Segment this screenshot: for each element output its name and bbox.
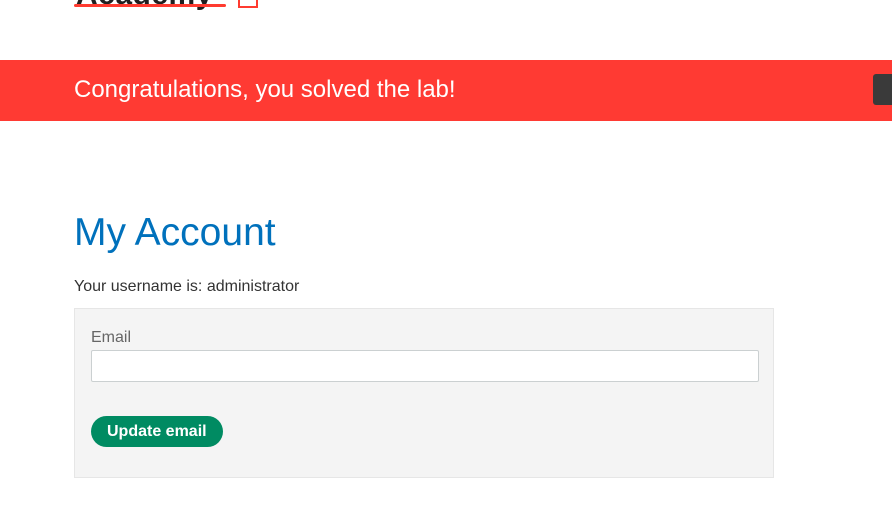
- change-email-form: Email Update email: [74, 308, 774, 478]
- update-email-button[interactable]: Update email: [91, 416, 223, 447]
- lab-solved-banner: Congratulations, you solved the lab!: [0, 60, 892, 121]
- email-label: Email: [91, 329, 132, 346]
- site-header: Academy: [0, 0, 892, 60]
- email-field[interactable]: [91, 350, 759, 382]
- page-title: My Account: [74, 211, 276, 254]
- username-text: Your username is: administrator: [74, 278, 300, 295]
- logo-mark-icon: [238, 0, 258, 8]
- banner-message: Congratulations, you solved the lab!: [74, 76, 456, 103]
- logo-underline: [74, 4, 226, 7]
- share-button[interactable]: [873, 74, 892, 105]
- academy-logo[interactable]: Academy: [74, 0, 294, 11]
